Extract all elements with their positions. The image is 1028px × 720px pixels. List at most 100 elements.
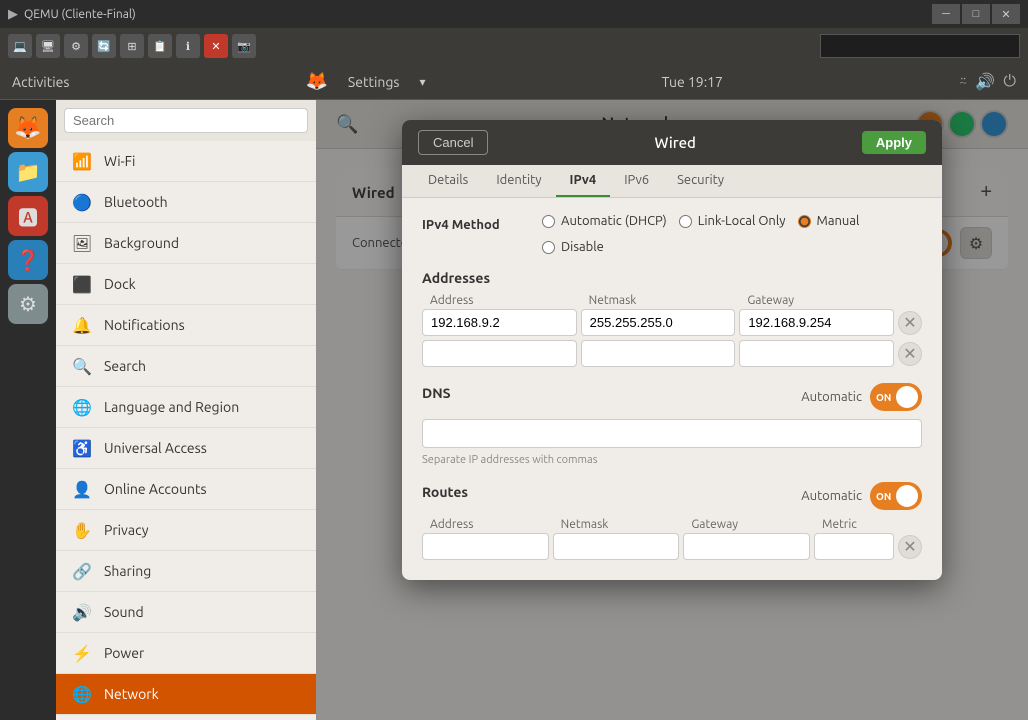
toolbar-icon-8[interactable]: 📷 bbox=[232, 34, 256, 58]
sidebar-label-sharing: Sharing bbox=[104, 563, 151, 579]
sidebar-item-wifi[interactable]: 📶 Wi-Fi bbox=[56, 141, 316, 182]
tab-security[interactable]: Security bbox=[663, 165, 738, 197]
address-1-input[interactable] bbox=[422, 309, 577, 336]
apply-button[interactable]: Apply bbox=[862, 131, 926, 154]
sidebar-item-network[interactable]: 🌐 Network bbox=[56, 674, 316, 715]
toolbar-icon-6[interactable]: ℹ bbox=[176, 34, 200, 58]
addresses-section: Addresses Address Netmask Gateway bbox=[422, 270, 922, 367]
firefox-icon-panel: 🦊 bbox=[305, 71, 327, 92]
sidebar-label-bluetooth: Bluetooth bbox=[104, 194, 168, 210]
sidebar-item-language[interactable]: 🌐 Language and Region bbox=[56, 387, 316, 428]
toolbar-icon-3[interactable]: ⚙ bbox=[64, 34, 88, 58]
notifications-icon: 🔔 bbox=[72, 315, 92, 335]
method-manual[interactable]: Manual bbox=[798, 214, 860, 228]
address-2-input[interactable] bbox=[422, 340, 577, 367]
sidebar-item-notifications[interactable]: 🔔 Notifications bbox=[56, 305, 316, 346]
dock-appstore[interactable]: 🅰 bbox=[8, 196, 48, 236]
auto-dhcp-label: Automatic (DHCP) bbox=[561, 214, 667, 228]
dns-auto-label: Automatic bbox=[801, 390, 862, 404]
addresses-title: Addresses bbox=[422, 270, 922, 286]
radio-auto-dhcp[interactable] bbox=[542, 215, 555, 228]
routes-toggle-knob bbox=[896, 485, 918, 507]
sidebar-item-online-accounts[interactable]: 👤 Online Accounts bbox=[56, 469, 316, 510]
sidebar-search-input[interactable] bbox=[64, 108, 308, 133]
route-metric-input[interactable] bbox=[814, 533, 894, 560]
radio-link-local[interactable] bbox=[679, 215, 692, 228]
sidebar-item-privacy[interactable]: ✋ Privacy bbox=[56, 510, 316, 551]
top-bar-center: 🦊 Settings ▾ bbox=[305, 71, 425, 92]
settings-menu[interactable]: Settings bbox=[348, 74, 400, 90]
routes-auto-label: Automatic bbox=[801, 489, 862, 503]
cancel-button[interactable]: Cancel bbox=[418, 130, 488, 155]
dock-firefox[interactable]: 🦊 bbox=[8, 108, 48, 148]
route-gateway-input[interactable] bbox=[683, 533, 810, 560]
dock-help[interactable]: ❓ bbox=[8, 240, 48, 280]
method-disable[interactable]: Disable bbox=[542, 240, 604, 254]
toolbar-icon-win[interactable]: ⊞ bbox=[120, 34, 144, 58]
wired-dialog: Cancel Wired Apply Details Identity IPv4… bbox=[402, 120, 942, 580]
routes-toggle[interactable]: ON bbox=[870, 482, 922, 510]
netmask-2-input[interactable] bbox=[581, 340, 736, 367]
method-link-local[interactable]: Link-Local Only bbox=[679, 214, 786, 228]
sidebar-item-dock[interactable]: ⬛ Dock bbox=[56, 264, 316, 305]
routes-col-address: Address bbox=[422, 518, 549, 531]
top-panel: Activities 🦊 Settings ▾ Tue 19:17 ⍨ 🔊 ⏻ bbox=[0, 64, 1028, 100]
sidebar-label-background: Background bbox=[104, 235, 179, 251]
toolbar: 💻 🖥 ⚙ 🔄 ⊞ 📋 ℹ ✕ 📷 bbox=[0, 28, 1028, 64]
remove-row-2-button[interactable]: ✕ bbox=[898, 342, 922, 366]
toolbar-icon-1[interactable]: 💻 bbox=[8, 34, 32, 58]
col-netmask-header: Netmask bbox=[581, 294, 736, 307]
route-netmask-input[interactable] bbox=[553, 533, 680, 560]
bluetooth-icon: 🔵 bbox=[72, 192, 92, 212]
remove-row-1-button[interactable]: ✕ bbox=[898, 311, 922, 335]
volume-icon[interactable]: 🔊 bbox=[975, 72, 995, 91]
network-icon: 🌐 bbox=[72, 684, 92, 704]
netmask-1-input[interactable] bbox=[581, 309, 736, 336]
routes-fields-1 bbox=[422, 533, 894, 560]
sidebar-label-network: Network bbox=[104, 686, 159, 702]
language-icon: 🌐 bbox=[72, 397, 92, 417]
remove-route-1-button[interactable]: ✕ bbox=[898, 535, 922, 559]
method-auto-dhcp[interactable]: Automatic (DHCP) bbox=[542, 214, 667, 228]
power-icon[interactable]: ⏻ bbox=[1003, 72, 1016, 91]
sidebar-item-power[interactable]: ⚡ Power bbox=[56, 633, 316, 674]
tab-details[interactable]: Details bbox=[414, 165, 482, 197]
dock-settings[interactable]: ⚙ bbox=[8, 284, 48, 324]
manual-label: Manual bbox=[817, 214, 860, 228]
maximize-button[interactable]: □ bbox=[962, 4, 990, 24]
gateway-1-input[interactable] bbox=[739, 309, 894, 336]
toolbar-icon-4[interactable]: 🔄 bbox=[92, 34, 116, 58]
route-address-input[interactable] bbox=[422, 533, 549, 560]
close-button[interactable]: ✕ bbox=[992, 4, 1020, 24]
radio-manual[interactable] bbox=[798, 215, 811, 228]
dialog-overlay: Cancel Wired Apply Details Identity IPv4… bbox=[316, 100, 1028, 720]
accessibility-icon[interactable]: ⍨ bbox=[959, 73, 967, 90]
minimize-button[interactable]: ─ bbox=[932, 4, 960, 24]
sidebar-item-bluetooth[interactable]: 🔵 Bluetooth bbox=[56, 182, 316, 223]
title-bar-controls: ─ □ ✕ bbox=[932, 4, 1020, 24]
tab-ipv6[interactable]: IPv6 bbox=[610, 165, 663, 197]
sharing-icon: 🔗 bbox=[72, 561, 92, 581]
gateway-2-input[interactable] bbox=[739, 340, 894, 367]
toolbar-icon-7[interactable]: ✕ bbox=[204, 34, 228, 58]
dns-hint: Separate IP addresses with commas bbox=[422, 454, 922, 466]
toolbar-search[interactable] bbox=[820, 34, 1020, 58]
dns-toggle[interactable]: ON bbox=[870, 383, 922, 411]
left-dock: 🦊 📁 🅰 ❓ ⚙ bbox=[0, 100, 56, 720]
toolbar-icon-5[interactable]: 📋 bbox=[148, 34, 172, 58]
tab-ipv4[interactable]: IPv4 bbox=[556, 165, 611, 197]
tab-identity[interactable]: Identity bbox=[482, 165, 555, 197]
sidebar-item-search[interactable]: 🔍 Search bbox=[56, 346, 316, 387]
sidebar-item-background[interactable]: 🖼 Background bbox=[56, 223, 316, 264]
disable-label: Disable bbox=[561, 240, 604, 254]
power-icon-sidebar: ⚡ bbox=[72, 643, 92, 663]
dock-files[interactable]: 📁 bbox=[8, 152, 48, 192]
activities-button[interactable]: Activities bbox=[12, 74, 69, 90]
sidebar-item-sharing[interactable]: 🔗 Sharing bbox=[56, 551, 316, 592]
toolbar-icon-2[interactable]: 🖥 bbox=[36, 34, 60, 58]
sidebar-item-universal-access[interactable]: ♿ Universal Access bbox=[56, 428, 316, 469]
dns-input[interactable] bbox=[422, 419, 922, 448]
link-local-label: Link-Local Only bbox=[698, 214, 786, 228]
radio-disable[interactable] bbox=[542, 241, 555, 254]
sidebar-item-sound[interactable]: 🔊 Sound bbox=[56, 592, 316, 633]
